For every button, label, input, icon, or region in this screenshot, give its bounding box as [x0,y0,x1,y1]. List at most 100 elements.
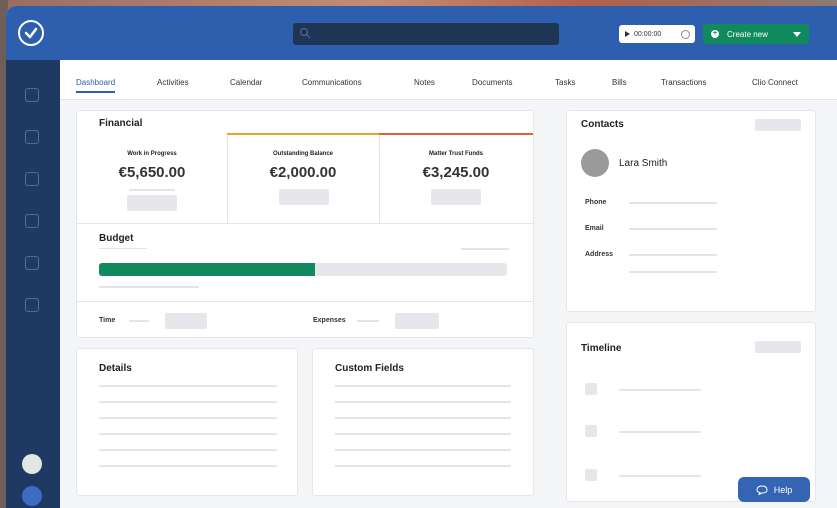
tab-bar: Dashboard Activities Calendar Communicat… [60,60,837,100]
placeholder-block [755,341,801,353]
plus-icon: + [711,30,719,38]
timeline-title: Timeline [581,343,622,354]
outstanding-balance-label: Outstanding Balance [272,151,333,157]
placeholder-line [335,433,511,435]
tab-calendar[interactable]: Calendar [230,78,262,87]
sidebar-calendar-icon[interactable] [25,130,39,144]
placeholder-line [629,202,717,204]
sidebar-billing-icon[interactable] [25,256,39,270]
budget-progress-fill [99,263,316,276]
work-in-progress-value: €5,650.00 [118,164,186,181]
details-card: Details [76,348,298,496]
budget-progress-track [99,263,507,276]
create-new-button[interactable]: + Create new [703,24,809,44]
placeholder-block [431,189,481,205]
divider [77,301,533,302]
placeholder-line [99,433,277,435]
app-logo-icon[interactable] [18,20,44,46]
sidebar-matters-icon[interactable] [25,214,39,228]
timer-button[interactable]: 00:00:00 [619,25,695,43]
work-in-progress-label: Work in Progress [127,151,177,157]
details-title: Details [99,363,132,374]
placeholder-line [335,417,511,419]
placeholder-line [99,385,277,387]
timeline-card: Timeline [566,322,816,502]
timeline-item-icon [585,383,597,395]
placeholder-line [619,431,701,433]
sidebar-dashboard-icon[interactable] [25,88,39,102]
custom-fields-card: Custom Fields [312,348,534,496]
matter-trust-funds-value: €3,245.00 [422,164,490,181]
placeholder-line [357,320,379,322]
contact-name[interactable]: Lara Smith [619,158,667,169]
timer-value: 00:00:00 [634,30,662,38]
app-window: 00:00:00 + Create new Dashboard Activiti… [6,6,837,508]
caret-down-icon[interactable] [793,31,801,37]
placeholder-line [629,228,717,230]
budget-title: Budget [99,233,134,244]
top-bar: 00:00:00 + Create new [6,6,837,60]
placeholder-line [99,286,199,288]
placeholder-line [335,449,511,451]
outstanding-accent [227,133,379,135]
financial-title: Financial [99,118,143,129]
placeholder-line [99,465,277,467]
placeholder-line [629,254,717,256]
create-new-label: Create new [727,29,768,39]
outstanding-balance-value: €2,000.00 [269,164,337,181]
custom-fields-title: Custom Fields [335,363,404,374]
help-button[interactable]: Help [738,477,810,502]
tab-bills[interactable]: Bills [612,78,627,87]
email-label: Email [585,225,604,232]
placeholder-block [395,313,439,329]
contact-avatar[interactable] [581,149,609,177]
account-avatar[interactable] [22,486,42,506]
tab-documents[interactable]: Documents [472,78,512,87]
sidebar-documents-icon[interactable] [25,298,39,312]
placeholder-line [129,320,149,322]
sidebar [6,60,60,508]
placeholder-line [335,385,511,387]
timeline-item-icon [585,425,597,437]
placeholder-line [129,189,175,191]
timeline-item-icon [585,469,597,481]
sidebar-contacts-icon[interactable] [25,172,39,186]
user-avatar[interactable] [22,454,42,474]
placeholder-line [619,389,701,391]
placeholder-line [99,401,277,403]
clock-icon [681,29,690,39]
search-input[interactable] [293,23,559,45]
tab-notes[interactable]: Notes [414,78,435,87]
placeholder-line [99,449,277,451]
placeholder-line [461,248,509,250]
time-label: Time [99,317,116,324]
tab-activities[interactable]: Activities [157,78,189,87]
placeholder-line [629,271,717,273]
phone-label: Phone [585,199,607,206]
contacts-card: Contacts Lara Smith Phone Email Address [566,110,816,312]
tab-clio-connect[interactable]: Clio Connect [752,78,798,87]
placeholder-line [99,417,277,419]
tab-tasks[interactable]: Tasks [555,78,575,87]
trust-accent [379,133,533,135]
placeholder-line [99,248,147,249]
address-label: Address [585,251,614,258]
matter-trust-funds-label: Matter Trust Funds [428,151,483,157]
divider [77,223,533,224]
placeholder-block [755,119,801,131]
play-icon [625,31,630,37]
placeholder-block [165,313,207,329]
financial-card: Financial Work in Progress €5,650.00 Out… [76,110,534,338]
search-icon [299,27,311,39]
expenses-label: Expenses [313,317,346,324]
contacts-title: Contacts [581,119,624,130]
placeholder-line [335,401,511,403]
help-label: Help [773,484,793,495]
help-icon [756,484,768,495]
placeholder-block [279,189,329,205]
tab-transactions[interactable]: Transactions [661,78,707,87]
tab-dashboard[interactable]: Dashboard [76,78,116,93]
placeholder-line [619,475,701,477]
tab-communications[interactable]: Communications [302,78,362,87]
placeholder-block [127,195,177,211]
